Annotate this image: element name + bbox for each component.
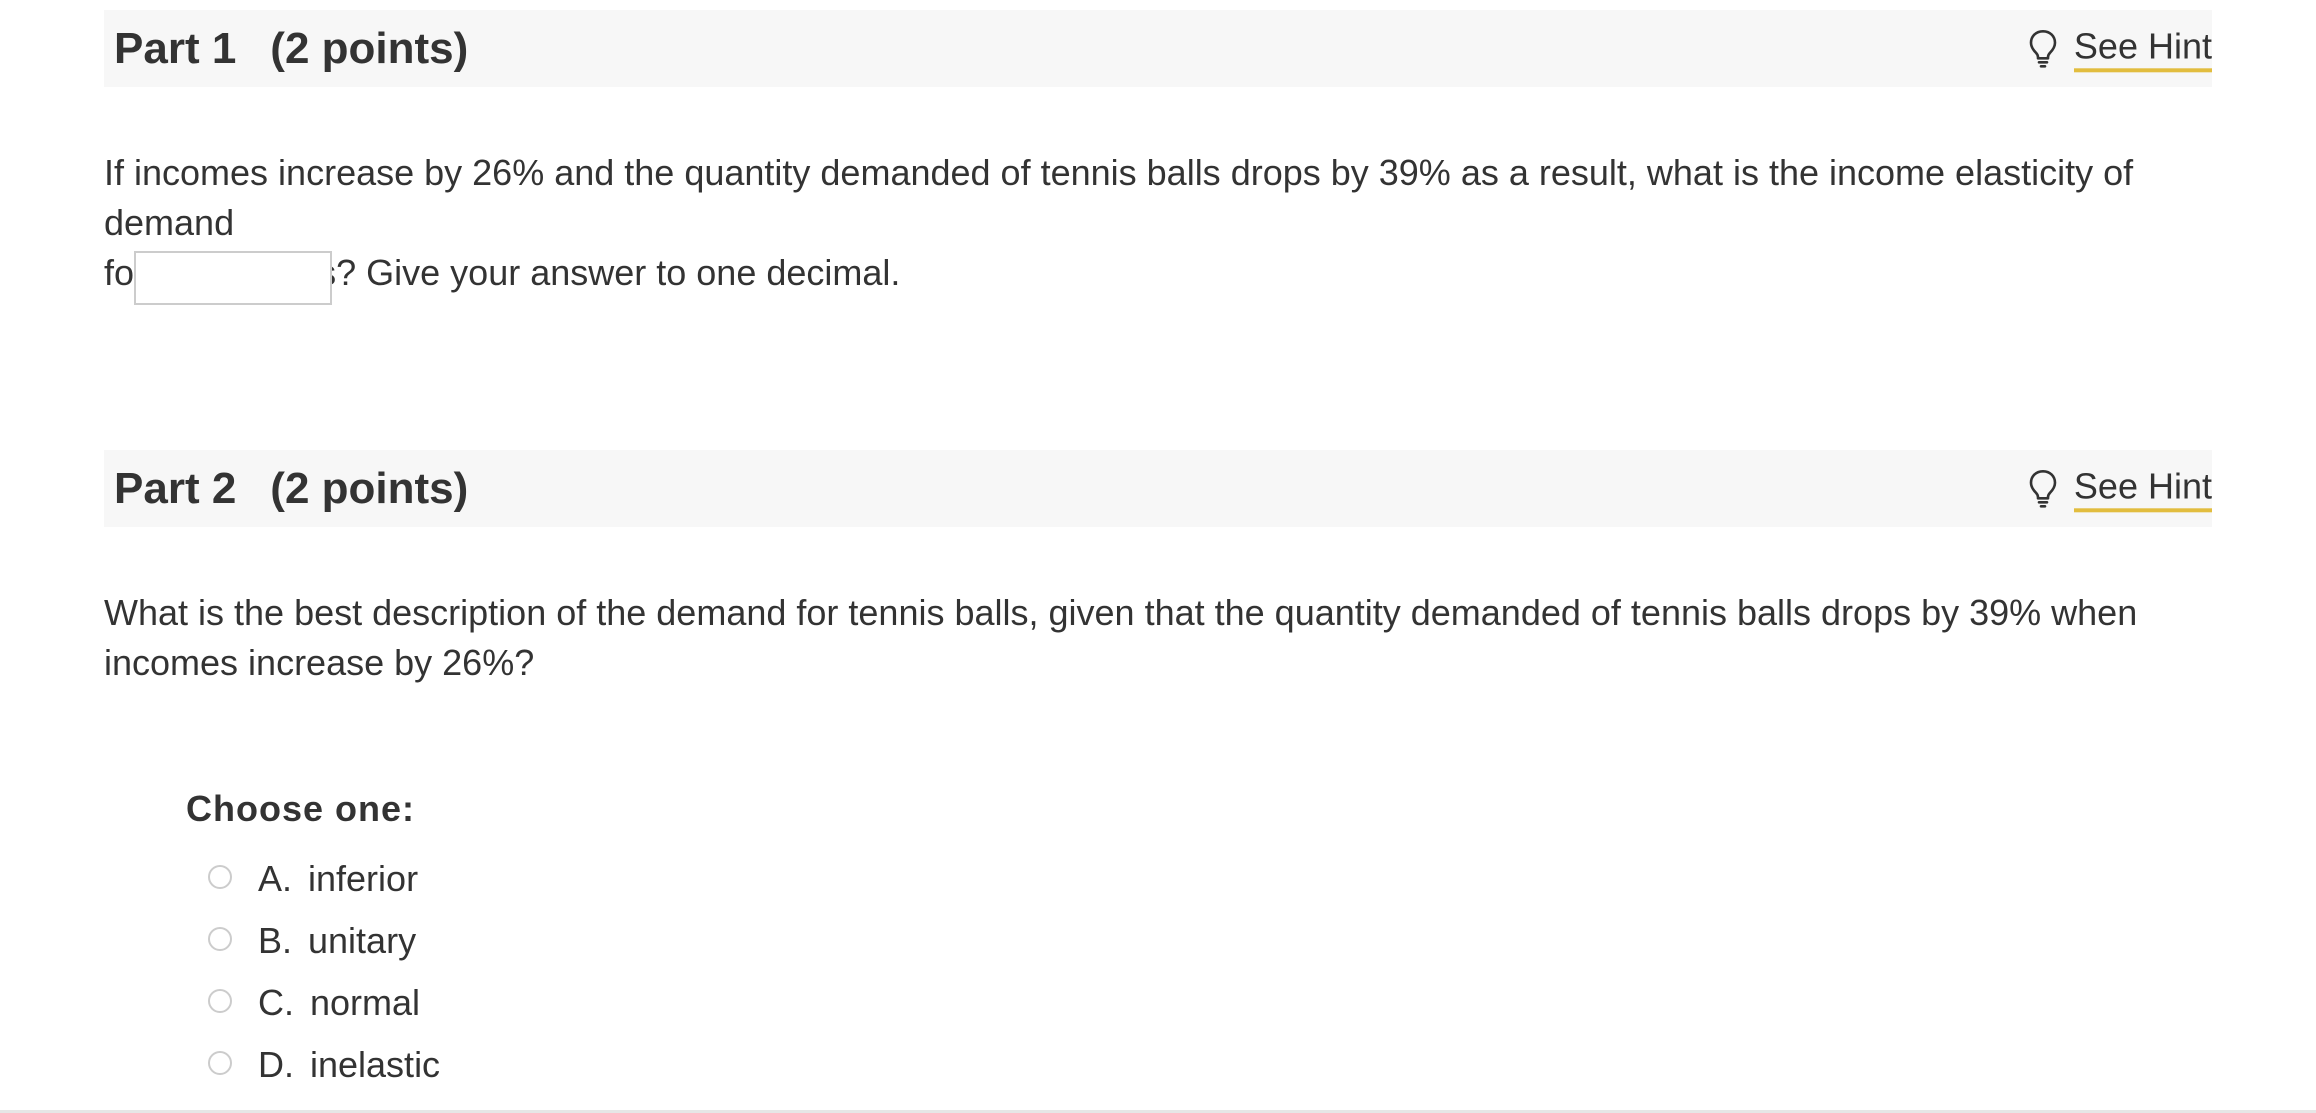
part1-question-line1: If incomes increase by 26% and the quant… <box>104 152 2134 243</box>
part1-hint-link[interactable]: See Hint <box>2028 25 2212 73</box>
radio-button[interactable] <box>208 989 232 1013</box>
part2-question: What is the best description of the dema… <box>104 588 2244 688</box>
choice-text: inelastic <box>310 1044 441 1085</box>
choice-text: normal <box>310 982 421 1023</box>
part1-answer-input[interactable] <box>134 251 332 305</box>
part1-hint-label[interactable]: See Hint <box>2073 25 2212 73</box>
choice-c[interactable]: C. normal <box>208 978 420 1028</box>
choose-one-label: Choose one: <box>186 788 416 829</box>
radio-button[interactable] <box>208 927 232 951</box>
choice-a[interactable]: A. inferior <box>208 854 418 904</box>
part2-label: Part 2 <box>114 463 237 513</box>
part1-points: (2 points) <box>270 23 469 73</box>
radio-button[interactable] <box>208 865 232 889</box>
choice-letter: B. <box>258 920 293 961</box>
choice-letter: A. <box>258 858 293 899</box>
choice-text: unitary <box>308 920 417 961</box>
part1-label: Part 1 <box>114 23 237 73</box>
part2-header: Part 2 (2 points) See Hint <box>104 450 2212 527</box>
part2-hint-link[interactable]: See Hint <box>2028 465 2212 513</box>
part2-title: Part 2 (2 points) <box>114 464 468 514</box>
part1-title: Part 1 (2 points) <box>114 24 468 74</box>
choice-text: inferior <box>308 858 419 899</box>
part2-question-line1: What is the best description of the dema… <box>104 592 2138 633</box>
lightbulb-icon <box>2029 470 2057 508</box>
choice-b[interactable]: B. unitary <box>208 916 416 966</box>
lightbulb-icon <box>2029 30 2057 68</box>
choice-letter: D. <box>258 1044 294 1085</box>
radio-button[interactable] <box>208 1051 232 1075</box>
part1-question: If incomes increase by 26% and the quant… <box>104 148 2244 298</box>
choice-d[interactable]: D. inelastic <box>208 1040 440 1090</box>
part2-points: (2 points) <box>270 463 469 513</box>
part2-hint-label[interactable]: See Hint <box>2073 465 2212 513</box>
part1-header: Part 1 (2 points) See Hint <box>104 10 2212 87</box>
part2-question-line2: incomes increase by 26%? <box>104 642 535 683</box>
page: Part 1 (2 points) See Hint If incomes inc… <box>0 0 2316 1113</box>
choice-letter: C. <box>258 982 294 1023</box>
part1-question-line2: for tennis balls? Give your answer to on… <box>104 252 901 293</box>
